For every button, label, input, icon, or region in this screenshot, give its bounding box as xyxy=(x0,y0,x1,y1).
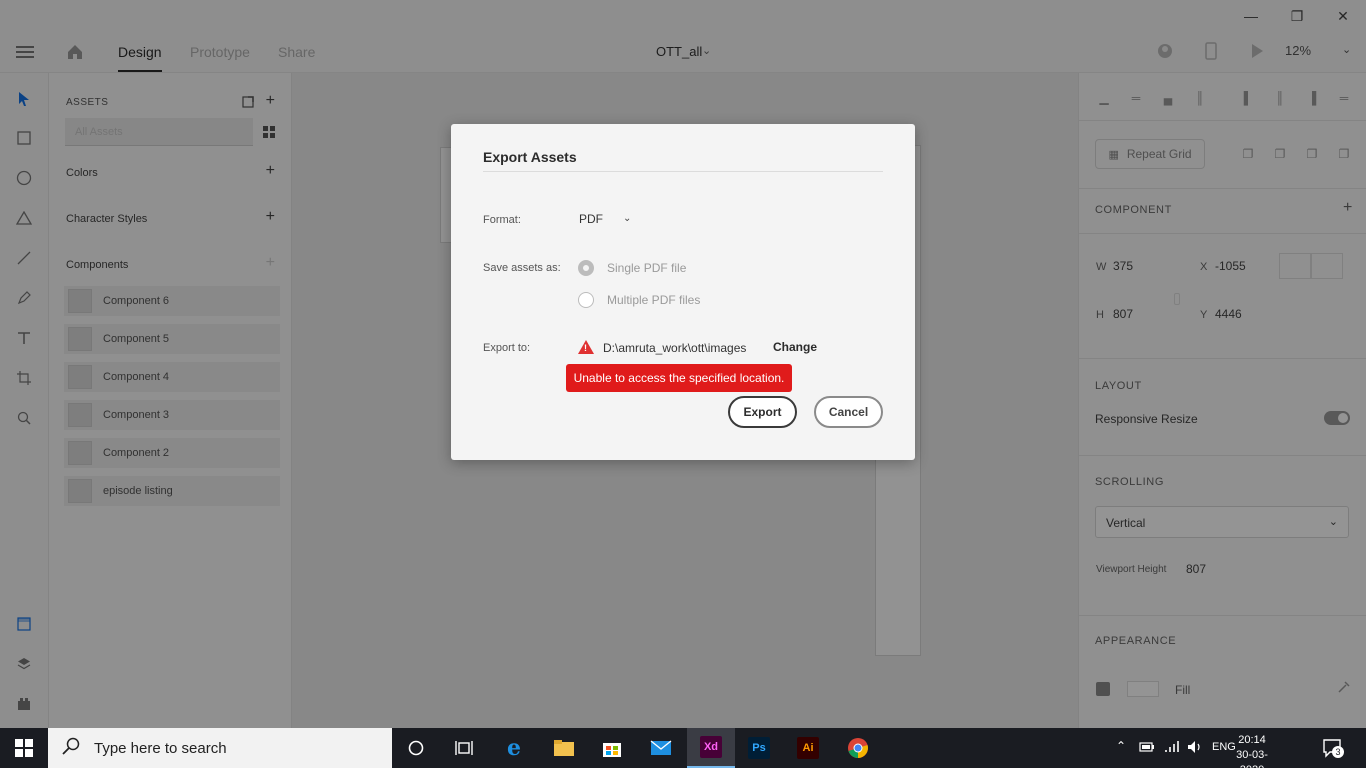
search-icon xyxy=(62,737,80,760)
volume-icon[interactable] xyxy=(1187,740,1203,757)
clock-date: 30-03-2020 xyxy=(1236,749,1268,768)
chevron-down-icon[interactable]: ⌄ xyxy=(623,213,631,224)
battery-icon[interactable] xyxy=(1139,741,1155,756)
save-as-label: Save assets as: xyxy=(483,262,561,274)
single-pdf-radio[interactable] xyxy=(578,260,594,276)
change-location-link[interactable]: Change xyxy=(773,340,817,354)
single-pdf-label: Single PDF file xyxy=(607,261,687,275)
clock[interactable]: 20:14 30-03-2020 xyxy=(1224,733,1280,768)
edge-browser-icon[interactable]: e xyxy=(490,728,538,768)
search-placeholder: Type here to search xyxy=(94,739,227,757)
file-explorer-icon[interactable] xyxy=(540,728,588,768)
tray-overflow-icon[interactable]: ⌃ xyxy=(1116,739,1126,753)
notification-count-badge: 3 xyxy=(1332,746,1344,758)
ai-label: Ai xyxy=(797,737,819,759)
xd-label: Xd xyxy=(700,736,722,758)
store-icon[interactable] xyxy=(588,728,636,768)
windows-taskbar: Type here to search e Xd Ps Ai ⌃ ENG 20:… xyxy=(0,728,1366,768)
multiple-pdf-radio[interactable] xyxy=(578,292,594,308)
task-view-icon[interactable] xyxy=(440,728,488,768)
format-select[interactable]: PDF xyxy=(579,212,603,226)
adobe-xd-taskbar-icon[interactable]: Xd xyxy=(687,728,735,768)
export-to-label: Export to: xyxy=(483,342,531,354)
windows-start-icon[interactable] xyxy=(0,728,48,768)
cancel-button[interactable]: Cancel xyxy=(814,396,883,428)
network-icon[interactable] xyxy=(1164,740,1180,757)
multiple-pdf-label: Multiple PDF files xyxy=(607,293,701,307)
cortana-icon[interactable] xyxy=(392,728,440,768)
mail-icon[interactable] xyxy=(637,728,685,768)
export-button[interactable]: Export xyxy=(728,396,797,428)
taskbar-search-box[interactable]: Type here to search xyxy=(48,728,392,768)
export-path: D:\amruta_work\ott\images xyxy=(603,341,747,355)
warning-mark: ! xyxy=(584,343,587,353)
export-assets-dialog: Export Assets Format: PDF ⌄ Save assets … xyxy=(451,124,915,460)
ps-label: Ps xyxy=(748,737,770,759)
clock-time: 20:14 xyxy=(1238,734,1266,746)
illustrator-taskbar-icon[interactable]: Ai xyxy=(784,728,832,768)
divider xyxy=(483,171,883,172)
dialog-title: Export Assets xyxy=(483,149,577,165)
error-tooltip: Unable to access the specified location. xyxy=(566,364,792,392)
notification-center-icon[interactable]: 3 xyxy=(1322,738,1344,763)
format-label: Format: xyxy=(483,214,521,226)
chrome-icon[interactable] xyxy=(834,728,882,768)
photoshop-taskbar-icon[interactable]: Ps xyxy=(735,728,783,768)
